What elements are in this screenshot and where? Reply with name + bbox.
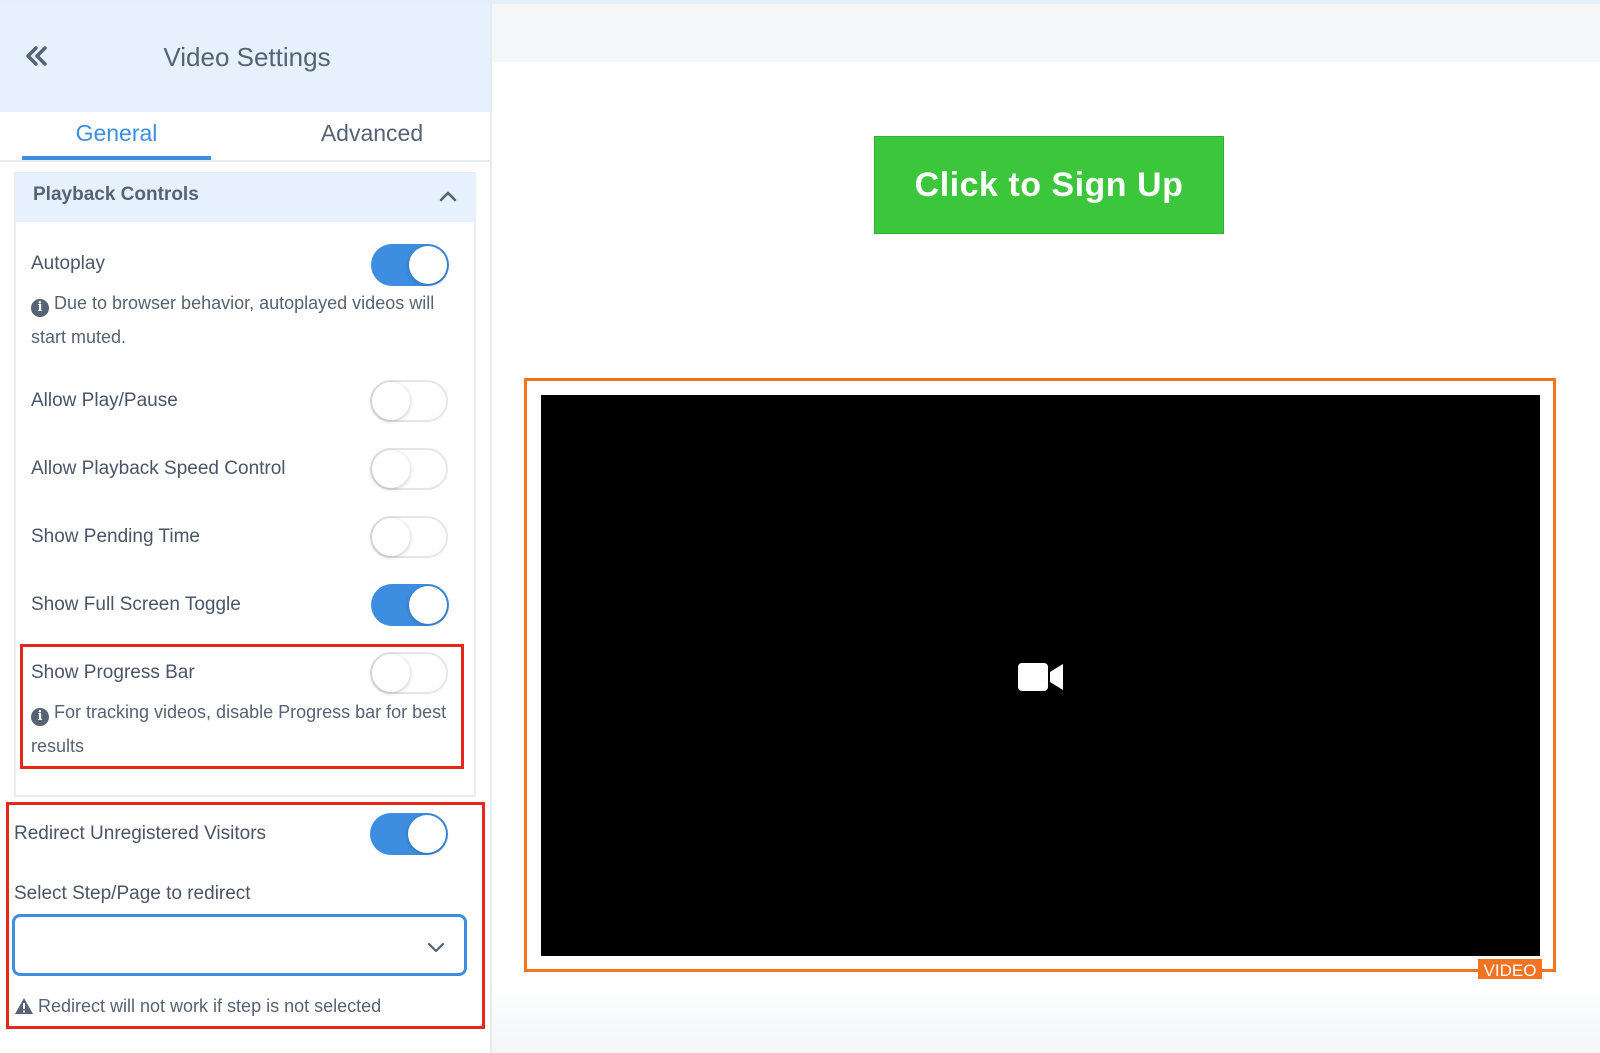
redirect-warning-text: Redirect will not work if step is not se… — [38, 996, 382, 1016]
toggle-knob — [408, 815, 446, 853]
toggle-knob — [372, 654, 410, 692]
tab-general[interactable]: General — [22, 120, 211, 147]
playback-controls-header[interactable]: Playback Controls — [16, 172, 476, 222]
active-tab-indicator — [22, 156, 211, 160]
allow-play-pause-toggle[interactable] — [370, 380, 448, 422]
allow-play-pause-label: Allow Play/Pause — [31, 390, 178, 411]
canvas-top-bar — [492, 4, 1600, 62]
page-canvas: Click to Sign Up VIDEO — [492, 4, 1600, 1053]
toggle-knob — [372, 450, 410, 488]
autoplay-note: i Due to browser behavior, autoplayed vid… — [31, 286, 451, 354]
canvas-bottom — [492, 979, 1600, 1053]
video-player[interactable] — [541, 395, 1540, 956]
playback-speed-toggle[interactable] — [370, 448, 448, 490]
progress-bar-note-text: For tracking videos, disable Progress ba… — [31, 702, 447, 756]
pending-time-toggle[interactable] — [370, 516, 448, 558]
toggle-knob — [409, 246, 447, 284]
toggle-knob — [372, 518, 410, 556]
warning-icon — [15, 998, 33, 1014]
progress-bar-note: i For tracking videos, disable Progress b… — [31, 695, 451, 763]
autoplay-note-text: Due to browser behavior, autoplayed vide… — [31, 293, 435, 347]
sign-up-button[interactable]: Click to Sign Up — [874, 136, 1224, 234]
pending-time-label: Show Pending Time — [31, 526, 200, 547]
progress-bar-label: Show Progress Bar — [31, 662, 195, 683]
progress-bar-toggle[interactable] — [370, 652, 448, 694]
settings-tabs: General Advanced — [0, 112, 490, 162]
video-camera-icon — [1018, 663, 1063, 691]
autoplay-toggle[interactable] — [371, 244, 449, 286]
full-screen-label: Show Full Screen Toggle — [31, 594, 241, 615]
playback-speed-label: Allow Playback Speed Control — [31, 458, 286, 479]
info-icon: i — [31, 299, 49, 317]
toggle-knob — [372, 382, 410, 420]
section-title: Playback Controls — [33, 184, 199, 205]
autoplay-label: Autoplay — [31, 253, 105, 274]
redirect-warning: Redirect will not work if step is not se… — [14, 996, 381, 1017]
redirect-step-select[interactable] — [12, 914, 467, 976]
settings-sidebar: Video Settings General Advanced Playback… — [0, 4, 492, 1053]
toggle-knob — [409, 586, 447, 624]
chevron-down-icon — [427, 942, 445, 953]
sidebar-header: Video Settings — [0, 4, 490, 112]
sidebar-title: Video Settings — [163, 42, 331, 72]
info-icon: i — [31, 708, 49, 726]
redirect-select-label: Select Step/Page to redirect — [14, 883, 251, 904]
tab-advanced[interactable]: Advanced — [282, 120, 462, 147]
redirect-toggle[interactable] — [370, 813, 448, 855]
video-element-frame[interactable] — [524, 378, 1556, 972]
full-screen-toggle[interactable] — [371, 584, 449, 626]
redirect-label: Redirect Unregistered Visitors — [14, 823, 267, 844]
chevron-up-icon — [439, 191, 457, 202]
